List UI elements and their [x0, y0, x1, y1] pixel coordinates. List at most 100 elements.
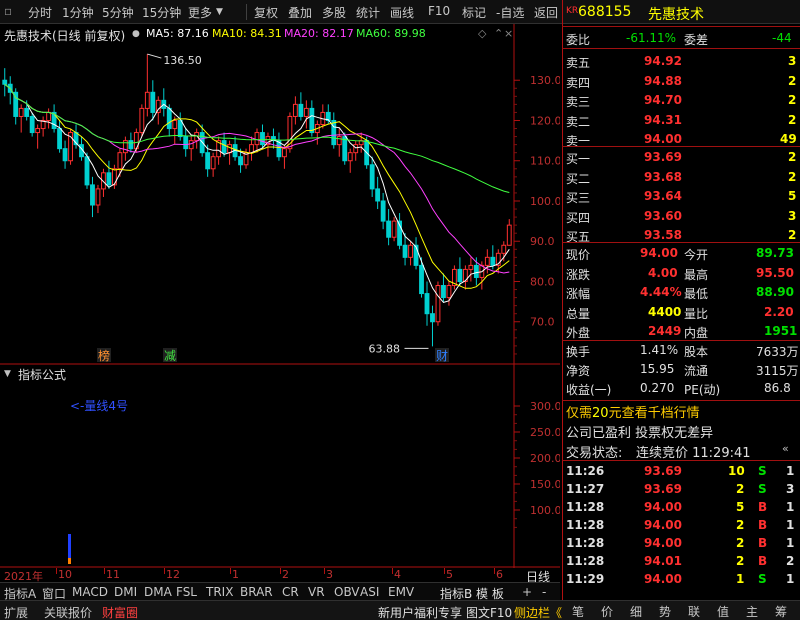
x-tick [444, 568, 445, 574]
panel-tab[interactable]: 联 [688, 603, 700, 620]
indicator-title[interactable]: 指标公式 [18, 366, 66, 383]
indicator-tab[interactable]: OBV [334, 585, 360, 599]
price-tick: 80.0 [530, 275, 555, 288]
candle [29, 115, 35, 134]
watchlist-button[interactable]: -自选 [496, 4, 524, 21]
x-tick [56, 568, 57, 574]
candle [221, 140, 227, 154]
tab-fenshi[interactable]: 分时 [28, 4, 52, 21]
stock-name: 先惠技术 [648, 7, 704, 23]
indicator-tab[interactable]: CR [282, 585, 299, 599]
candle [205, 152, 211, 170]
candlestick-chart[interactable]: 130.0 120.0 110.0 100.0 90.0 80.0 70.0 136.50 63… [0, 24, 560, 368]
candle [260, 132, 265, 146]
indicator-tab[interactable]: ASI [360, 585, 379, 599]
candle [446, 285, 452, 299]
buy-level-price[interactable]: 93.64 [644, 189, 682, 203]
indicator-tab[interactable]: BRAR [240, 585, 273, 599]
candle [2, 79, 8, 85]
f10-button[interactable]: F10 [428, 4, 450, 18]
panel-tab[interactable]: 价 [601, 603, 613, 620]
related-quote-button[interactable]: 关联报价 [44, 604, 92, 620]
tick-volume: 2 [736, 554, 745, 568]
stats-button[interactable]: 统计 [356, 4, 380, 21]
x-axis-label: 3 [326, 568, 333, 581]
back-button[interactable]: 返回 [534, 4, 558, 21]
tick-price: 94.00 [644, 518, 682, 532]
indicator-chart[interactable]: 300.0 250.0 200.0 150.0 100.0 [0, 364, 560, 568]
draw-line-button[interactable]: 画线 [390, 4, 414, 21]
indicator-tab[interactable]: + [522, 585, 532, 599]
event-marker[interactable]: 财 [436, 349, 448, 363]
status-bar: 扩展 关联报价 财富圈 新用户福利专享 图文F10 侧边栏《 [0, 600, 800, 620]
collapse-icon[interactable]: ▼ [4, 369, 11, 379]
trade-status-value: 连续竞价 11:29:41 [636, 446, 751, 461]
indicator-tab[interactable]: TRIX [206, 585, 233, 599]
panel-tab[interactable]: 值 [717, 603, 729, 620]
fuquan-button[interactable]: 复权 [254, 4, 278, 21]
f10-text-button[interactable]: 图文F10 [466, 604, 512, 620]
indicator-tick: 300.0 [530, 400, 560, 413]
event-marker[interactable]: 榜 [98, 348, 110, 363]
indicator-tick: 100.0 [530, 504, 560, 517]
candle [408, 244, 413, 258]
tick-price: 94.00 [644, 536, 682, 550]
panel-tab[interactable]: 势 [659, 603, 671, 620]
sidebar-toggle[interactable]: 侧边栏《 [514, 604, 562, 620]
sell-level-price[interactable]: 94.31 [644, 113, 682, 127]
x-axis-label: 4 [394, 568, 401, 581]
buy-level-price[interactable]: 93.58 [644, 228, 682, 242]
candle [177, 119, 183, 138]
candle [90, 184, 95, 206]
exchange-prefix: KR [566, 6, 579, 16]
candle [298, 103, 304, 117]
sell-level-price[interactable]: 94.00 [644, 132, 682, 146]
multi-stock-button[interactable]: 多股 [322, 4, 346, 21]
overlay-button[interactable]: 叠加 [288, 4, 312, 21]
sell-level-price[interactable]: 94.70 [644, 93, 682, 107]
sell-level-price[interactable]: 94.92 [644, 54, 682, 68]
tab-15min[interactable]: 15分钟 [142, 4, 181, 21]
promo-banner[interactable]: 仅需20元查看千档行情 [566, 402, 700, 421]
indicator-tab[interactable]: FSL [176, 585, 197, 599]
tick-count: 1 [786, 464, 795, 478]
extend-button[interactable]: 扩展 [4, 604, 28, 620]
candle [46, 111, 52, 121]
tab-5min[interactable]: 5分钟 [102, 4, 134, 21]
promo-link[interactable]: 新用户福利专享 [378, 604, 462, 620]
panel-tab[interactable]: 筹 [775, 603, 787, 620]
indicator-tab[interactable]: DMA [144, 585, 172, 599]
buy-level-price[interactable]: 93.68 [644, 170, 682, 184]
sell-level-volume: 2 [788, 93, 797, 107]
indicator-tick: 150.0 [530, 478, 560, 491]
panel-tab[interactable]: 主 [746, 603, 758, 620]
expand-icon[interactable]: « [782, 442, 789, 455]
indicator-tab[interactable]: - [542, 585, 546, 599]
checkbox-icon[interactable]: ▫ [4, 4, 12, 18]
candle [18, 107, 24, 117]
divider [562, 26, 800, 27]
low-price-label: 63.88 [368, 342, 400, 355]
tab-more[interactable]: 更多 [188, 4, 212, 21]
tick-volume: 5 [736, 500, 745, 514]
buy-level-price[interactable]: 93.69 [644, 150, 682, 164]
indicator-tab[interactable]: VR [308, 585, 325, 599]
panel-tab[interactable]: 笔 [572, 603, 584, 620]
candle [457, 268, 463, 282]
buy-level-price[interactable]: 93.60 [644, 209, 682, 223]
mark-button[interactable]: 标记 [462, 4, 486, 21]
tab-1min[interactable]: 1分钟 [62, 4, 94, 21]
chevron-down-icon[interactable]: ▼ [216, 7, 223, 17]
candle [391, 220, 397, 238]
indicator-tab[interactable]: MACD [72, 585, 108, 599]
sell-level-price[interactable]: 94.88 [644, 74, 682, 88]
indicator-tab[interactable]: EMV [388, 585, 414, 599]
panel-tab[interactable]: 细 [630, 603, 642, 620]
buy-level-volume: 5 [788, 189, 797, 203]
indicator-tab[interactable]: DMI [114, 585, 137, 599]
tick-volume: 2 [736, 518, 745, 532]
stat-label: 涨幅 [566, 287, 591, 301]
wealth-circle-button[interactable]: 财富圈 [102, 604, 138, 620]
candle [172, 119, 178, 130]
event-marker[interactable]: 减 [164, 349, 176, 363]
